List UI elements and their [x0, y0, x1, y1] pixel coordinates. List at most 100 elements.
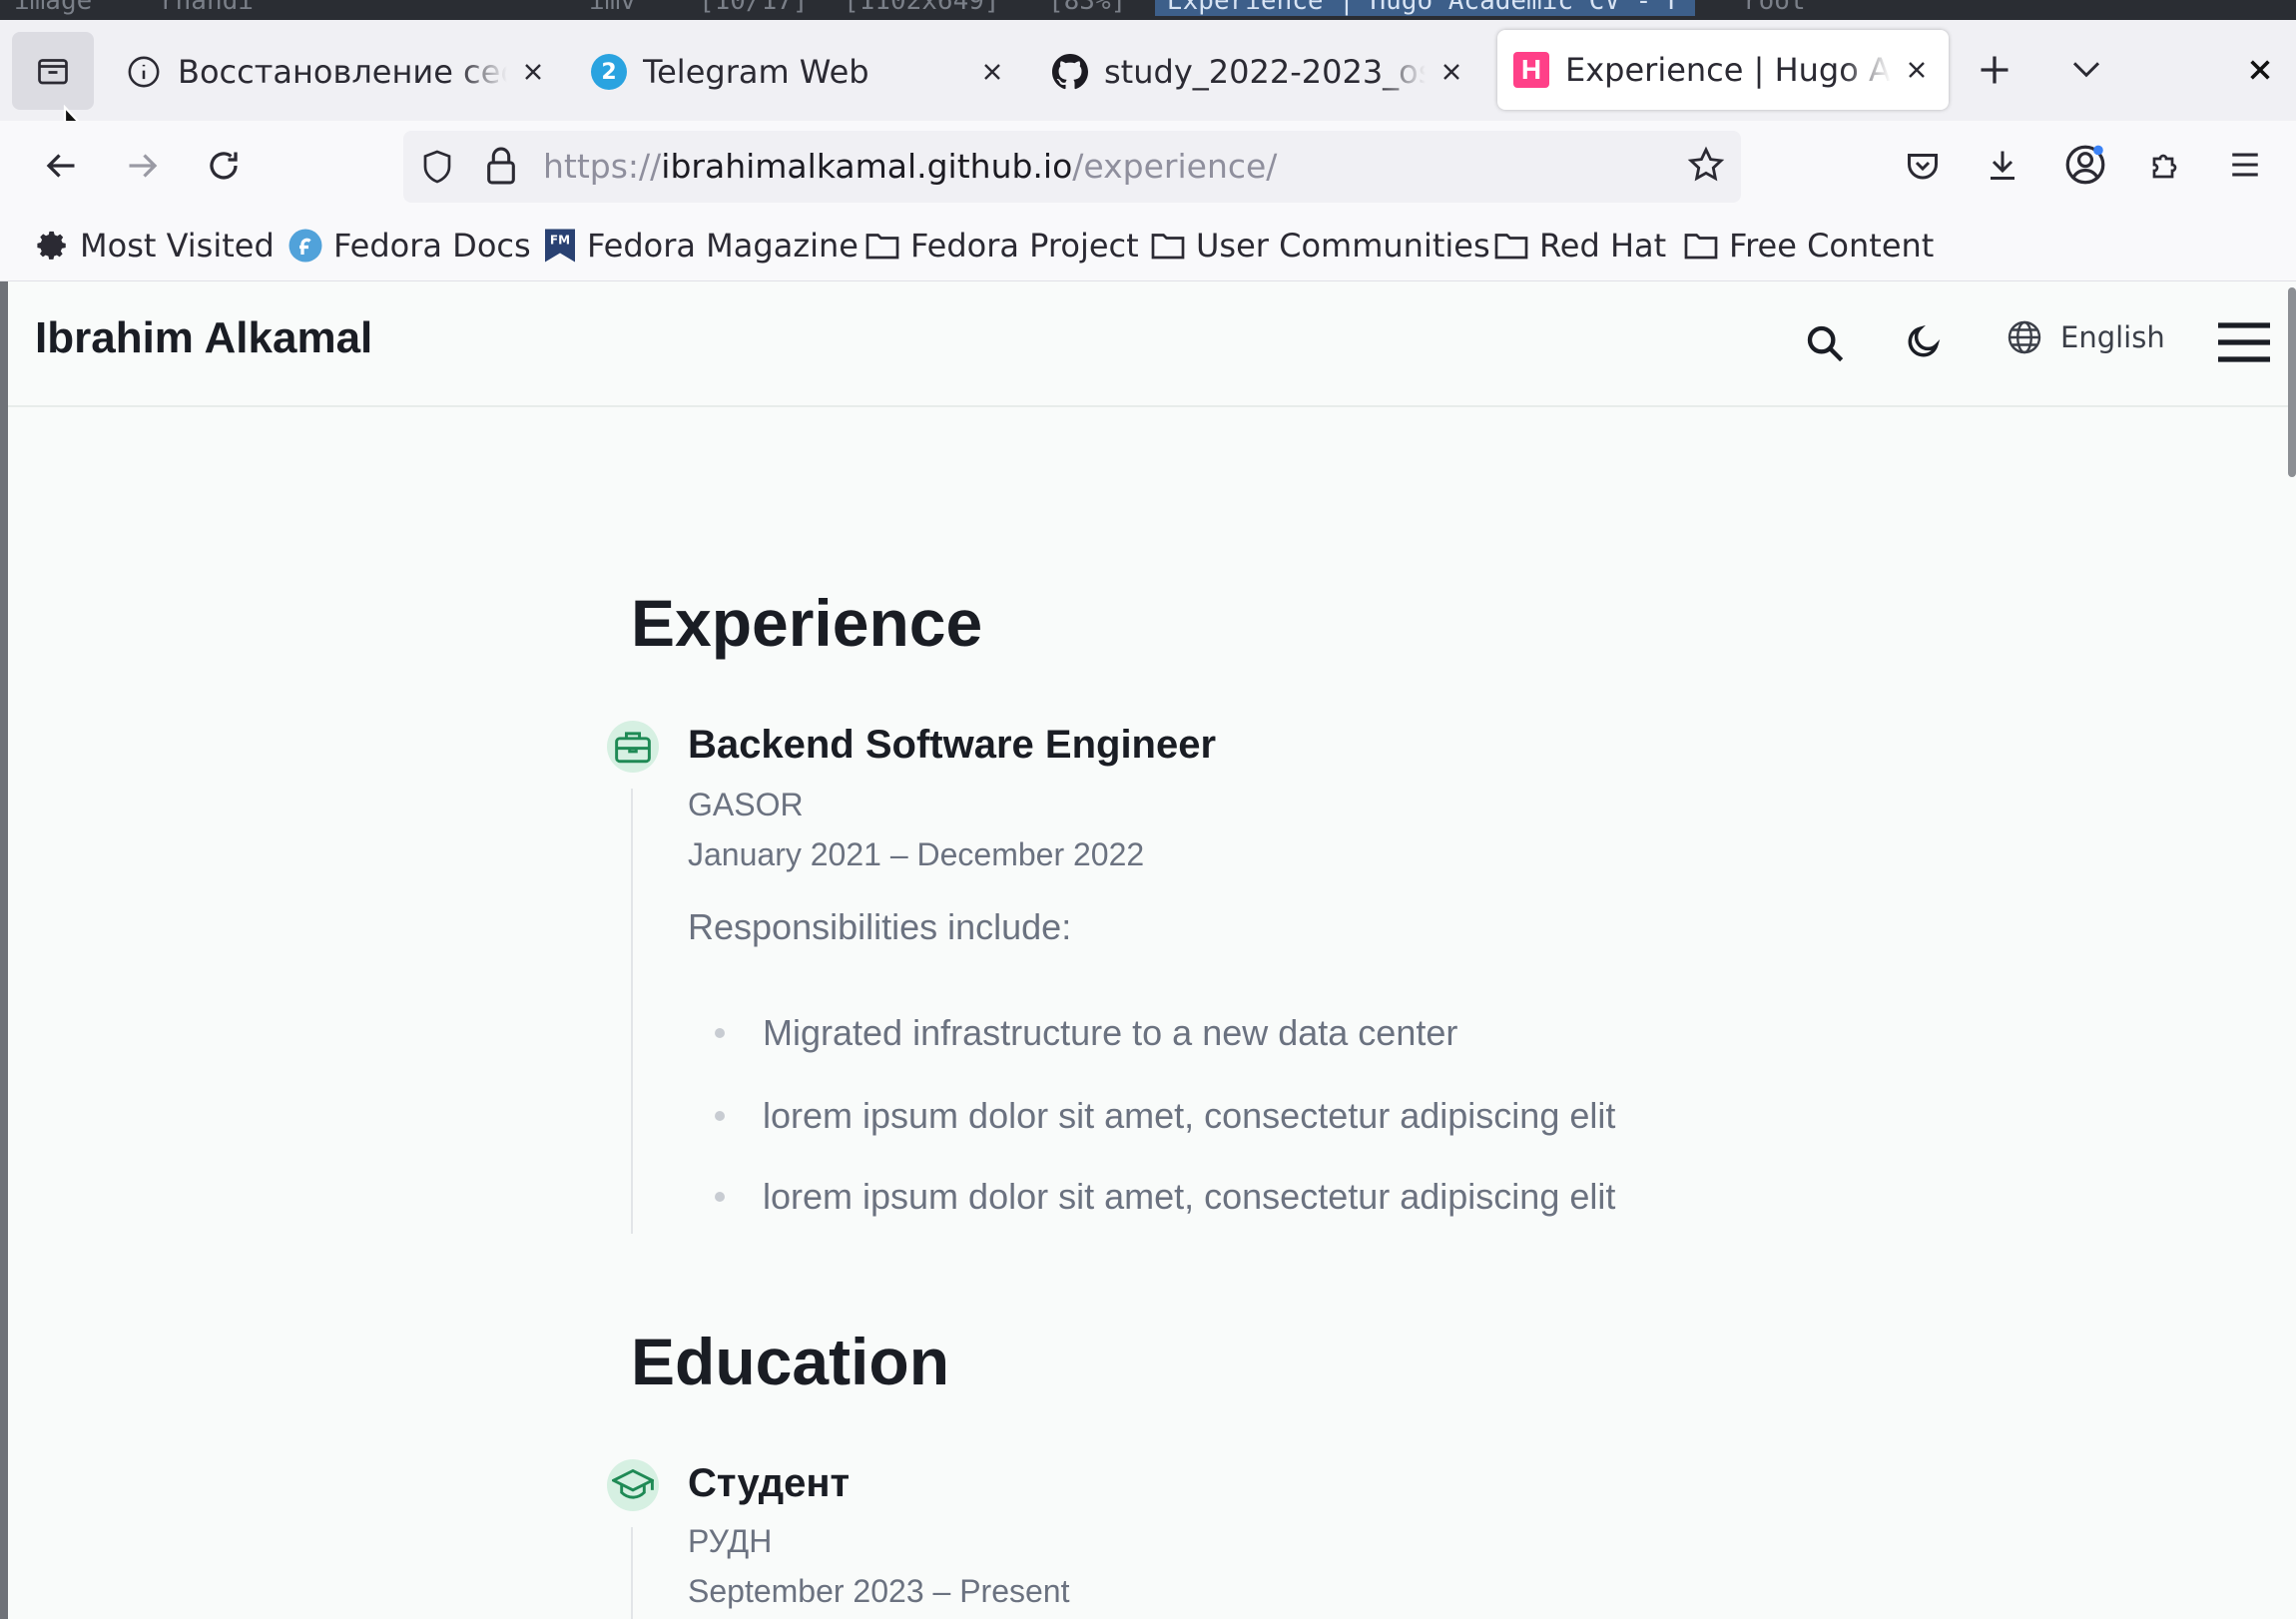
globe-icon [2008, 320, 2041, 354]
pocket-button[interactable] [1905, 148, 1941, 188]
education-position: Студент [688, 1461, 851, 1505]
list-all-tabs-button[interactable] [2070, 56, 2102, 88]
bookmark-star-button[interactable] [1687, 146, 1725, 188]
terminal-segment: image [14, 0, 93, 16]
bookmark-label: Fedora Magazine [587, 227, 859, 265]
scrollbar-thumb[interactable] [2288, 287, 2296, 477]
experience-position: Backend Software Engineer [688, 723, 1217, 767]
arrow-right-icon [129, 154, 158, 178]
tab-session-restore[interactable]: Восстановление сессии [126, 32, 551, 112]
tab-telegram[interactable]: 2 Telegram Web [591, 32, 1010, 112]
url-path: /experience/ [1072, 147, 1278, 186]
experience-company: GASOR [688, 787, 804, 822]
tab-github[interactable]: study_2022-2023_os-intro [1052, 32, 1469, 112]
folder-icon [1684, 234, 1718, 260]
new-tab-button[interactable] [1977, 52, 2012, 92]
bookmark-label: Most Visited [80, 227, 275, 265]
app-menu-button[interactable] [2228, 150, 2262, 184]
url-text[interactable]: https://ibrahimalkamal.github.io/experie… [543, 141, 1277, 193]
close-window-button[interactable] [2248, 58, 2272, 86]
hamburger-menu-icon [2218, 322, 2270, 362]
fedora-icon [288, 229, 322, 263]
list-item-text: lorem ipsum dolor sit amet, consectetur … [763, 1095, 1616, 1136]
bookmark-fedora-docs[interactable]: Fedora Docs [287, 222, 531, 270]
close-tab-icon[interactable] [515, 54, 551, 90]
search-button[interactable] [1805, 323, 1845, 367]
close-tab-icon[interactable] [1434, 54, 1469, 90]
star-icon [1687, 146, 1725, 182]
bookmark-red-hat[interactable]: Red Hat [1493, 222, 1666, 270]
account-icon [2065, 145, 2105, 185]
bookmark-user-communities[interactable]: User Communities [1150, 222, 1490, 270]
terminal-segment: [83%] [1048, 0, 1127, 16]
education-timeline-line [631, 1527, 633, 1619]
list-item-text: Migrated infrastructure to a new data ce… [763, 1012, 1458, 1053]
window-edge [0, 281, 8, 1619]
bookmark-most-visited[interactable]: Most Visited [36, 222, 275, 270]
experience-description: Responsibilities include: [688, 906, 1072, 947]
terminal-segment-active: Experience | Hugo Academic CV - F [1155, 0, 1695, 16]
folder-icon [865, 234, 899, 260]
bookmark-label: Fedora Docs [333, 227, 531, 265]
graduation-cap-icon [607, 1459, 659, 1511]
reload-icon [210, 152, 238, 180]
github-icon [1052, 54, 1088, 90]
briefcase-icon [607, 721, 659, 773]
bookmark-free-content[interactable]: Free Content [1683, 222, 1934, 270]
tab-title: Experience | Hugo Academic CV [1565, 51, 1891, 89]
forward-button[interactable] [124, 148, 162, 188]
terminal-segment: [10/17] [699, 0, 809, 16]
list-item-text: lorem ipsum dolor sit amet, consectetur … [763, 1176, 1616, 1217]
hugo-h-icon: H [1513, 52, 1549, 88]
terminal-segment: imv [589, 0, 636, 16]
pocket-icon [1908, 154, 1938, 180]
site-menu-button[interactable] [2216, 321, 2272, 367]
search-icon [1807, 325, 1844, 362]
list-item: Migrated infrastructure to a new data ce… [713, 1012, 1457, 1054]
telegram-icon: 2 [591, 54, 627, 90]
bookmark-fedora-project[interactable]: Fedora Project [864, 222, 1139, 270]
firefox-view-icon [38, 59, 68, 85]
education-institution: РУДН [688, 1523, 773, 1559]
bookmark-label: Free Content [1729, 227, 1935, 265]
fedora-magazine-icon: FM [545, 229, 575, 263]
close-tab-icon[interactable] [974, 54, 1010, 90]
bookmark-fedora-magazine[interactable]: FM Fedora Magazine [543, 222, 859, 270]
url-host: ibrahimalkamal.github.io [661, 147, 1073, 186]
gear-icon [37, 231, 66, 260]
back-button[interactable] [42, 148, 80, 188]
tab-experience-active[interactable]: H Experience | Hugo Academic CV [1497, 30, 1949, 110]
shield-icon[interactable] [419, 148, 455, 190]
terminal-segment: [1102x649] [844, 0, 1000, 16]
tab-title: Восстановление сессии [178, 53, 507, 91]
download-icon [1991, 151, 2014, 180]
experience-heading: Experience [631, 586, 983, 660]
terminal-segment: root [1743, 0, 1806, 16]
reload-button[interactable] [206, 148, 242, 188]
account-button[interactable] [2064, 144, 2106, 190]
chevron-down-icon [2072, 62, 2100, 78]
downloads-button[interactable] [1985, 146, 2020, 188]
language-label: English [2060, 320, 2165, 354]
svg-text:FM: FM [550, 234, 570, 248]
bookmark-label: Fedora Project [910, 227, 1139, 265]
list-item: lorem ipsum dolor sit amet, consectetur … [713, 1176, 1615, 1218]
close-tab-icon[interactable] [1899, 52, 1935, 88]
language-selector[interactable]: English [2007, 319, 2165, 355]
url-prefix: https:// [543, 147, 662, 186]
arrow-left-icon [46, 154, 75, 178]
terminal-segment: rhandi [160, 0, 254, 16]
education-heading: Education [631, 1325, 950, 1398]
extensions-button[interactable] [2148, 146, 2184, 188]
dark-mode-toggle[interactable] [1905, 321, 1943, 365]
bookmark-label: User Communities [1196, 227, 1490, 265]
experience-dates: January 2021 – December 2022 [688, 836, 1145, 872]
lock-icon[interactable] [485, 146, 517, 190]
info-icon [126, 54, 162, 90]
folder-icon [1494, 234, 1528, 260]
list-item: lorem ipsum dolor sit amet, consectetur … [713, 1095, 1615, 1137]
site-title[interactable]: Ibrahim Alkamal [35, 313, 372, 363]
puzzle-icon [2152, 154, 2177, 179]
terminal-status-bar: image rhandi imv [10/17] [1102x649] [83%… [0, 0, 2296, 20]
firefox-view-button[interactable] [12, 32, 94, 110]
